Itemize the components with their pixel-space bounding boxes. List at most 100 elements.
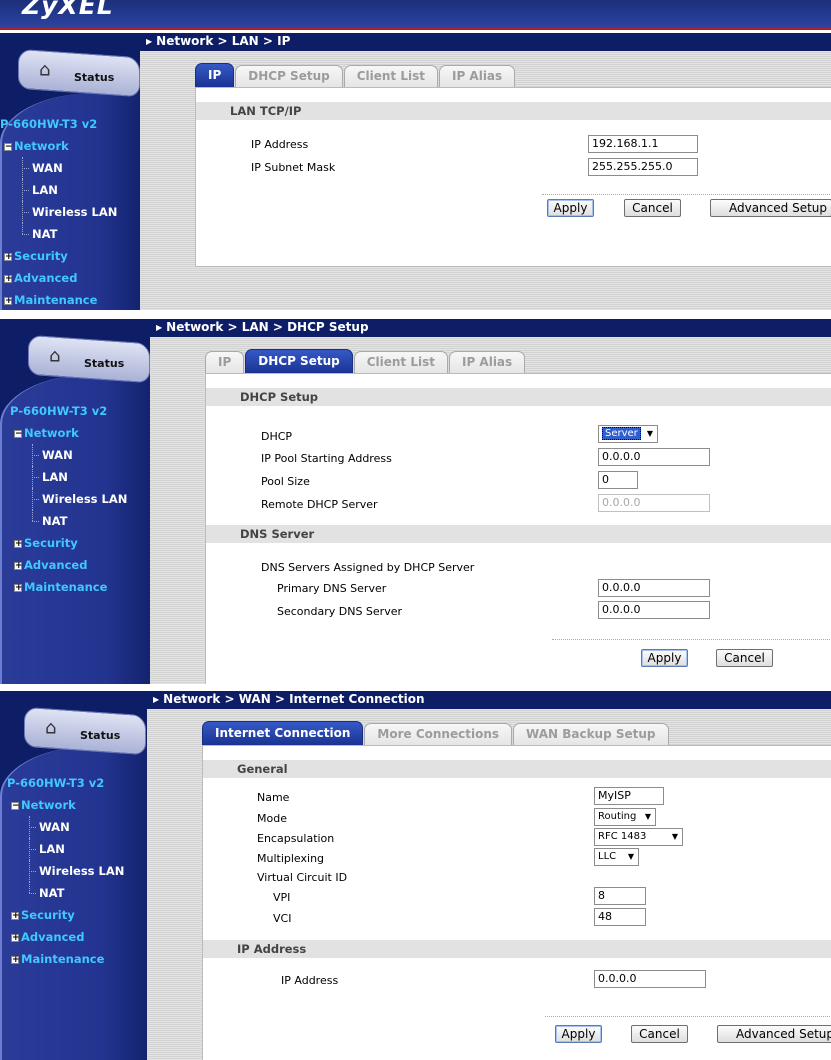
apply-button[interactable]: Apply — [641, 649, 688, 667]
pool-size-label: Pool Size — [261, 475, 310, 488]
nav-advanced[interactable]: +Advanced — [7, 926, 124, 948]
status-button[interactable]: ⌂ Status — [18, 48, 140, 98]
cancel-button[interactable]: Cancel — [624, 199, 681, 217]
section-header: LAN TCP/IP — [196, 102, 831, 120]
tab-dhcp-setup[interactable]: DHCP Setup — [235, 65, 343, 87]
dhcp-select[interactable]: Server ▼ — [598, 425, 658, 443]
expand-icon: + — [14, 538, 23, 549]
apply-button[interactable]: Apply — [555, 1025, 602, 1043]
router-icon: ⌂ — [39, 59, 51, 81]
encapsulation-select[interactable]: RFC 1483 ▼ — [594, 828, 683, 846]
nav-wan[interactable]: WAN — [0, 157, 117, 179]
secondary-dns-input[interactable]: 0.0.0.0 — [598, 601, 710, 619]
nav-wan[interactable]: WAN — [7, 816, 124, 838]
name-input[interactable]: MyISP — [594, 787, 664, 805]
nav-maintenance[interactable]: +Maintenance — [10, 576, 127, 598]
name-label: Name — [257, 791, 290, 804]
nav-wireless-lan[interactable]: Wireless LAN — [10, 488, 127, 510]
nav-nat[interactable]: NAT — [10, 510, 127, 532]
nav-security[interactable]: +Security — [0, 245, 117, 267]
dropdown-icon: ▼ — [646, 429, 653, 438]
tab-more-connections[interactable]: More Connections — [364, 723, 513, 745]
section-header: General — [203, 760, 831, 778]
vpi-input[interactable]: 8 — [594, 887, 646, 905]
nav-nat[interactable]: NAT — [7, 882, 124, 904]
section-header: DHCP Setup — [206, 388, 831, 406]
tab-ip-alias[interactable]: IP Alias — [448, 351, 526, 373]
form-box: General Name MyISP Mode Routing ▼ Encapsu… — [202, 745, 831, 1060]
vci-input[interactable]: 48 — [594, 908, 646, 926]
nav-wireless-lan[interactable]: Wireless LAN — [7, 860, 124, 882]
pool-start-input[interactable]: 0.0.0.0 — [598, 448, 710, 466]
nav-lan[interactable]: LAN — [10, 466, 127, 488]
tab-ip[interactable]: IP — [195, 63, 235, 87]
advanced-setup-button[interactable]: Advanced Setup — [710, 199, 831, 217]
subnet-mask-input[interactable]: 255.255.255.0 — [588, 158, 698, 176]
ip-address-label: IP Address — [251, 138, 309, 151]
nav-wireless-lan[interactable]: Wireless LAN — [0, 201, 117, 223]
form-box: DHCP Setup DHCP Server ▼ IP Pool Starting… — [205, 373, 831, 684]
mode-select[interactable]: Routing ▼ — [594, 808, 656, 826]
pool-size-input[interactable]: 0 — [598, 471, 638, 489]
nav-advanced[interactable]: +Advanced — [10, 554, 127, 576]
arrow-icon: ▶ — [146, 37, 153, 46]
pool-start-label: IP Pool Starting Address — [261, 452, 392, 465]
tab-bar: IP DHCP Setup Client List IP Alias — [195, 63, 516, 87]
expand-icon: + — [14, 582, 23, 593]
apply-button[interactable]: Apply — [547, 199, 594, 217]
nav-lan[interactable]: LAN — [0, 179, 117, 201]
model-name: P-660HW-T3 v2 — [0, 117, 98, 131]
content: ▶ Network > LAN > IP IP DHCP Setup Client… — [140, 33, 831, 310]
vci-label: VCI — [273, 912, 292, 925]
multiplexing-select[interactable]: LLC ▼ — [594, 848, 639, 866]
expand-icon: + — [4, 251, 13, 262]
nav-security[interactable]: +Security — [7, 904, 124, 926]
nav-security[interactable]: +Security — [10, 532, 127, 554]
section-header: DNS Server — [206, 525, 831, 543]
nav-maintenance[interactable]: +Maintenance — [0, 289, 117, 310]
cancel-button[interactable]: Cancel — [716, 649, 773, 667]
content: ▶ Network > WAN > Internet Connection Int… — [147, 691, 831, 1060]
sidebar: ⌂ Status P-660HW-T3 v2 −Network WAN LAN … — [0, 691, 147, 1060]
section-header: IP Address — [203, 940, 831, 958]
status-button[interactable]: ⌂ Status — [28, 334, 150, 384]
nav-advanced[interactable]: +Advanced — [0, 267, 117, 289]
primary-dns-input[interactable]: 0.0.0.0 — [598, 579, 710, 597]
nav-lan[interactable]: LAN — [7, 838, 124, 860]
tab-ip[interactable]: IP — [205, 351, 245, 373]
tab-bar: IP DHCP Setup Client List IP Alias — [205, 349, 526, 373]
tab-ip-alias[interactable]: IP Alias — [438, 65, 516, 87]
status-button[interactable]: ⌂ Status — [24, 706, 146, 756]
expand-icon: + — [11, 932, 20, 943]
router-icon: ⌂ — [45, 717, 57, 739]
breadcrumb: ▶ Network > LAN > IP — [140, 33, 831, 51]
nav-wan[interactable]: WAN — [10, 444, 127, 466]
collapse-icon: − — [11, 800, 20, 811]
ip-address-input[interactable]: 192.168.1.1 — [588, 135, 698, 153]
breadcrumb: ▶ Network > WAN > Internet Connection — [147, 691, 831, 709]
nav-maintenance[interactable]: +Maintenance — [7, 948, 124, 970]
nav-nat[interactable]: NAT — [0, 223, 117, 245]
primary-dns-label: Primary DNS Server — [277, 582, 387, 595]
zyxel-logo: ZyXEL — [22, 0, 114, 20]
model-name: P-660HW-T3 v2 — [10, 404, 108, 418]
nav-network[interactable]: −Network — [10, 422, 127, 444]
dropdown-icon: ▼ — [644, 812, 651, 821]
ip-address-input[interactable]: 0.0.0.0 — [594, 970, 706, 988]
tab-internet-connection[interactable]: Internet Connection — [202, 721, 364, 745]
nav-tree: P-660HW-T3 v2 −Network WAN LAN Wireless … — [10, 404, 127, 598]
cancel-button[interactable]: Cancel — [631, 1025, 688, 1043]
vpi-label: VPI — [273, 891, 291, 904]
ip-address-label: IP Address — [281, 974, 339, 987]
tab-client-list[interactable]: Client List — [343, 65, 438, 87]
expand-icon: + — [11, 910, 20, 921]
nav-network[interactable]: −Network — [0, 135, 117, 157]
nav-network[interactable]: −Network — [7, 794, 124, 816]
panel-internet-connection: ⌂ Status P-660HW-T3 v2 −Network WAN LAN … — [0, 691, 831, 1060]
advanced-setup-button[interactable]: Advanced Setup — [717, 1025, 831, 1043]
tab-wan-backup-setup[interactable]: WAN Backup Setup — [513, 723, 669, 745]
nav-tree: P-660HW-T3 v2 −Network WAN LAN Wireless … — [0, 117, 117, 310]
tab-client-list[interactable]: Client List — [353, 351, 448, 373]
expand-icon: + — [14, 560, 23, 571]
tab-dhcp-setup[interactable]: DHCP Setup — [245, 349, 353, 373]
